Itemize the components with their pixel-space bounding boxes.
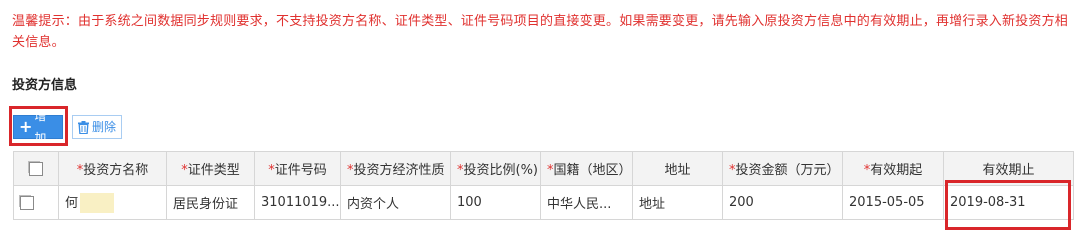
- table-row[interactable]: 何 居民身份证 31011019... 内资个人 100 中华人民... 地址 …: [13, 185, 1074, 220]
- warning-notice: 温馨提示：由于系统之间数据同步规则要求，不支持投资方名称、证件类型、证件号码项目…: [12, 14, 1069, 50]
- column-header-name: *投资方名称: [58, 151, 167, 186]
- column-header-amount: *投资金额（万元）: [722, 151, 843, 186]
- column-header-valid-from: *有效期起: [842, 151, 944, 186]
- table-header-row: *投资方名称 *证件类型 *证件号码 *投资方经济性质 *投资比例(%) *国籍…: [13, 151, 1074, 186]
- section-title: 投资方信息: [12, 78, 78, 93]
- cell-nationality[interactable]: 中华人民...: [540, 185, 633, 220]
- cell-address[interactable]: 地址: [632, 185, 723, 220]
- select-all-checkbox[interactable]: [29, 161, 43, 176]
- trash-icon: [78, 120, 89, 134]
- cell-ratio[interactable]: 100: [450, 185, 541, 220]
- highlight-box-valid-to: [945, 180, 1071, 230]
- redacted-mask: [80, 193, 115, 214]
- column-header-economic-nature: *投资方经济性质: [340, 151, 451, 186]
- column-header-nationality: *国籍（地区）: [540, 151, 633, 186]
- delete-button-label: 删除: [92, 120, 117, 134]
- cell-economic-nature[interactable]: 内资个人: [340, 185, 451, 220]
- cell-id-number[interactable]: 31011019...: [254, 185, 341, 220]
- column-header-ratio: *投资比例(%): [450, 151, 541, 186]
- select-all-cell[interactable]: [13, 151, 59, 186]
- row-select-cell[interactable]: [13, 185, 59, 220]
- delete-button[interactable]: 删除: [72, 115, 122, 139]
- highlight-box-add: [9, 106, 68, 146]
- column-header-id-type: *证件类型: [166, 151, 255, 186]
- cell-amount[interactable]: 200: [722, 185, 843, 220]
- column-header-address: 地址: [632, 151, 723, 186]
- investor-table: *投资方名称 *证件类型 *证件号码 *投资方经济性质 *投资比例(%) *国籍…: [13, 151, 1074, 220]
- column-header-id-number: *证件号码: [254, 151, 341, 186]
- cell-id-type[interactable]: 居民身份证: [166, 185, 255, 220]
- row-checkbox[interactable]: [20, 195, 34, 210]
- cell-name[interactable]: 何: [58, 185, 167, 220]
- cell-valid-from[interactable]: 2015-05-05: [842, 185, 944, 220]
